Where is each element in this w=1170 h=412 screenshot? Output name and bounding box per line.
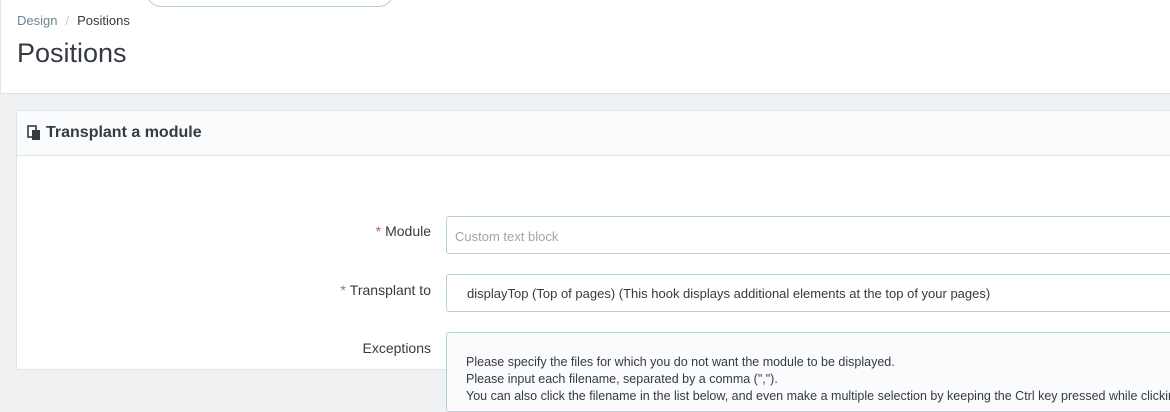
panel-title: Transplant a module <box>46 124 202 141</box>
required-marker: * <box>375 223 382 239</box>
exceptions-help-line: Please input each filename, separated by… <box>466 372 778 386</box>
page-header: Design / Positions Positions <box>0 0 1170 94</box>
exceptions-help-line: You can also click the filename in the l… <box>466 389 1170 403</box>
required-marker: * <box>340 282 346 298</box>
transplant-label-text: Transplant to <box>349 282 431 298</box>
breadcrumb-current: Positions <box>77 13 130 28</box>
module-label-text: Module <box>385 223 431 239</box>
transplant-panel: Transplant a module * Module Custom text … <box>16 110 1170 412</box>
page-title: Positions <box>17 38 127 68</box>
exceptions-help: Please specify the files for which you d… <box>446 332 1170 412</box>
panel-heading: Transplant a module <box>17 111 1170 156</box>
module-field[interactable]: Custom text block <box>446 216 1170 254</box>
exceptions-help-line: Please specify the files for which you d… <box>466 355 895 369</box>
breadcrumb-link-design[interactable]: Design <box>17 13 57 28</box>
transplant-label: * Transplant to <box>340 282 431 298</box>
module-transplant-icon <box>27 125 41 141</box>
breadcrumb-separator: / <box>65 13 70 28</box>
exceptions-label: Exceptions <box>362 340 431 356</box>
module-label: * Module <box>376 223 431 239</box>
hook-select[interactable]: displayTop (Top of pages) (This hook dis… <box>446 274 1170 312</box>
search-input[interactable] <box>146 0 394 7</box>
breadcrumb: Design / Positions <box>17 13 130 28</box>
